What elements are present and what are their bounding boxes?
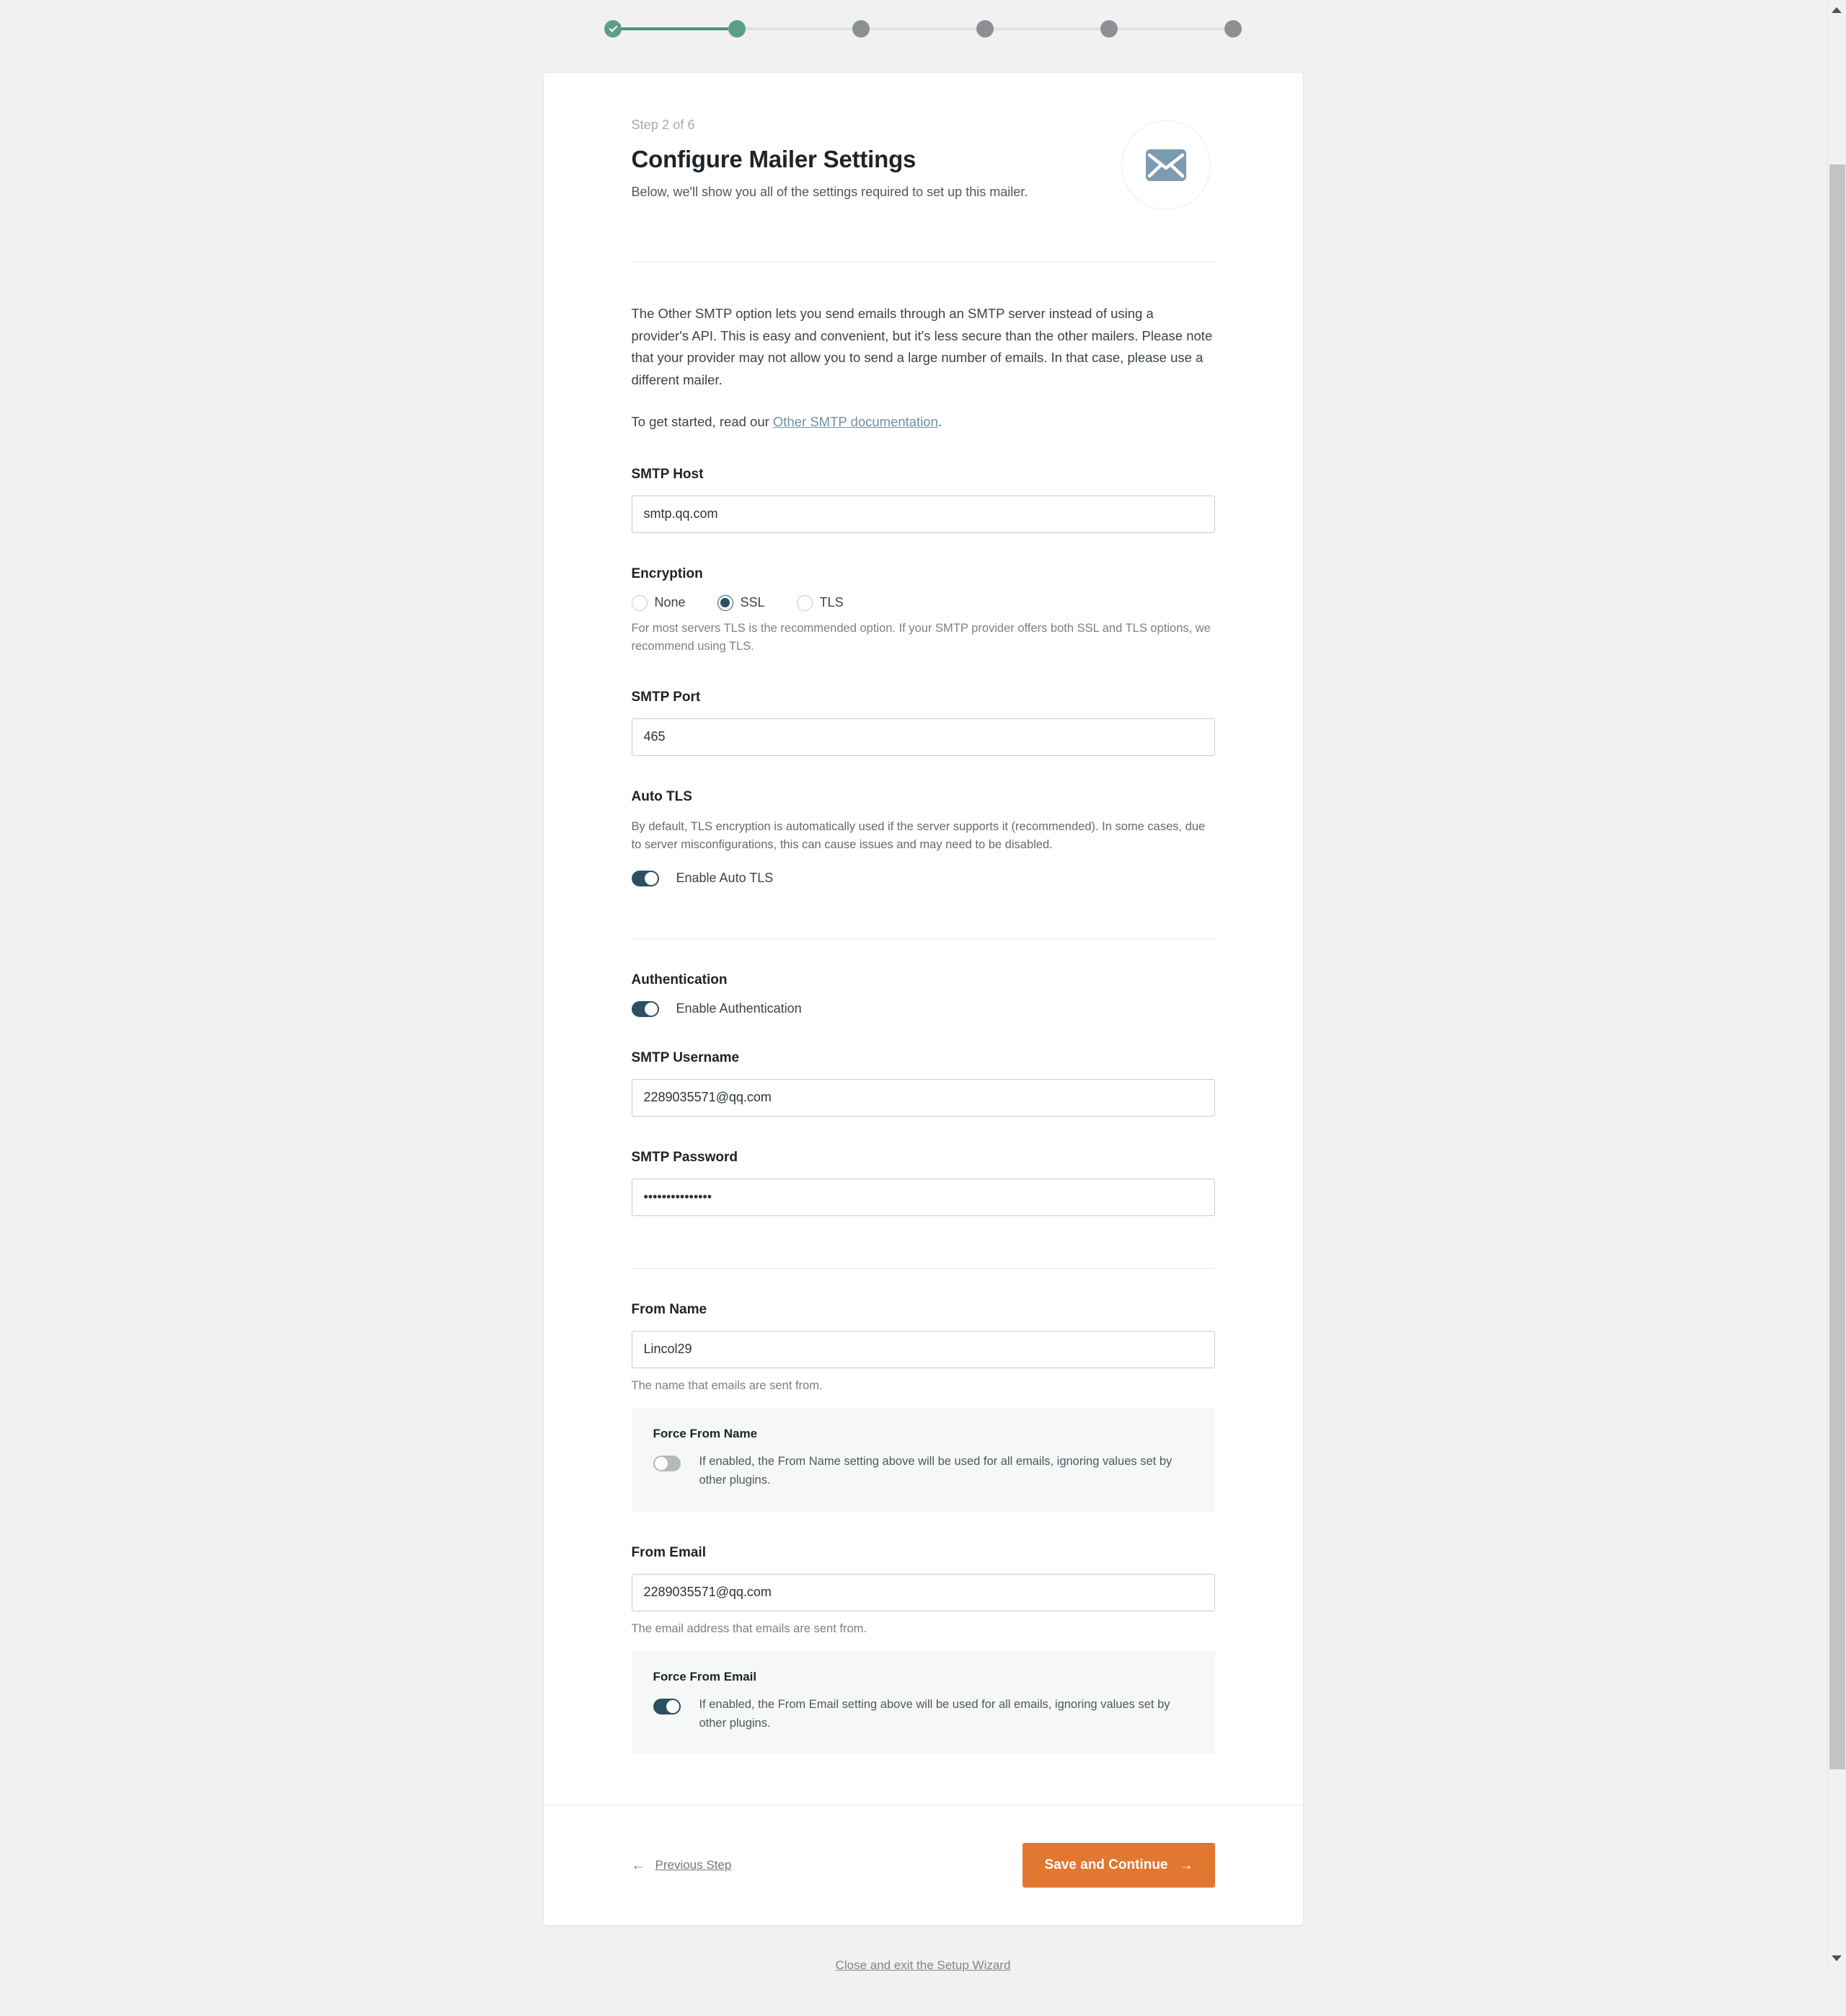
caret-up-icon[interactable] — [1832, 7, 1842, 13]
step-connector-1 — [622, 27, 728, 30]
force-from-name-toggle[interactable] — [653, 1456, 681, 1472]
card-header: Step 2 of 6 Configure Mailer Settings Be… — [632, 118, 1215, 210]
previous-step-link[interactable]: ← Previous Step — [632, 1858, 732, 1872]
caret-down-icon[interactable] — [1832, 1955, 1842, 1961]
smtp-host-field: SMTP Host — [631, 466, 1215, 533]
encryption-radio-group: None SSL TLS — [631, 594, 1215, 611]
authentication-toggle-label: Enable Authentication — [676, 1001, 802, 1016]
step-indicator-3[interactable] — [852, 20, 870, 38]
envelope-icon — [1145, 149, 1186, 181]
step-indicator-6[interactable] — [1224, 20, 1242, 38]
intro-block: The Other SMTP option lets you send emai… — [632, 263, 1215, 433]
radio-icon-tls — [796, 594, 813, 611]
smtp-host-label: SMTP Host — [631, 466, 704, 482]
encryption-field: Encryption None SSL TLS For most servers… — [631, 565, 1215, 656]
step-connector-5 — [1118, 27, 1224, 30]
force-from-email-box: Force From Email If enabled, the From Em… — [631, 1651, 1215, 1755]
arrow-left-icon: ← — [631, 1857, 645, 1873]
documentation-prefix: To get started, read our — [631, 414, 773, 430]
force-from-email-row: If enabled, the From Email setting above… — [653, 1696, 1193, 1733]
setup-wizard-card: Step 2 of 6 Configure Mailer Settings Be… — [542, 72, 1304, 1927]
step-connector-4 — [994, 27, 1100, 30]
step-counter: Step 2 of 6 — [631, 118, 695, 132]
authentication-field: Authentication Enable Authentication — [631, 972, 1215, 1017]
auto-tls-toggle-row: Enable Auto TLS — [631, 870, 1215, 886]
documentation-line: To get started, read our Other SMTP docu… — [632, 411, 1215, 433]
auto-tls-field: Auto TLS By default, TLS encryption is a… — [631, 788, 1215, 886]
documentation-suffix: . — [937, 414, 942, 430]
from-email-label: From Email — [631, 1544, 706, 1560]
encryption-option-ssl-label: SSL — [740, 595, 765, 610]
authentication-toggle-row: Enable Authentication — [631, 1000, 1215, 1017]
auto-tls-description: By default, TLS encryption is automatica… — [631, 819, 1206, 852]
card-body: Step 2 of 6 Configure Mailer Settings Be… — [544, 73, 1303, 1755]
smtp-username-label: SMTP Username — [631, 1049, 740, 1065]
from-email-field: From Email The email address that emails… — [631, 1544, 1215, 1755]
radio-icon-none — [631, 594, 648, 611]
wizard-progress-stepper — [0, 0, 1846, 45]
smtp-host-input[interactable] — [631, 495, 1215, 533]
force-from-email-description: If enabled, the From Email setting above… — [699, 1698, 1170, 1730]
intro-paragraph: The Other SMTP option lets you send emai… — [631, 306, 1213, 387]
step-connector-3 — [870, 27, 976, 30]
encryption-label: Encryption — [631, 565, 703, 581]
authentication-label: Authentication — [631, 972, 728, 987]
smtp-password-input[interactable] — [631, 1178, 1215, 1216]
from-name-field: From Name The name that emails are sent … — [631, 1301, 1215, 1512]
card-footer: ← Previous Step Save and Continue → — [543, 1805, 1303, 1925]
step-indicator-4[interactable] — [976, 20, 994, 38]
page-scrollbar[interactable] — [1827, 0, 1846, 1968]
encryption-option-none[interactable]: None — [631, 594, 686, 611]
step-indicator-5[interactable] — [1100, 20, 1118, 38]
smtp-password-field: SMTP Password — [631, 1149, 1215, 1216]
smtp-username-input[interactable] — [631, 1078, 1215, 1117]
scrollbar-thumb[interactable] — [1829, 164, 1845, 1769]
smtp-port-input[interactable] — [631, 718, 1215, 756]
other-smtp-documentation-link[interactable]: Other SMTP documentation — [773, 414, 938, 429]
exit-wizard-area: Close and exit the Setup Wizard — [0, 1958, 1846, 2016]
from-email-help-text: The email address that emails are sent f… — [631, 1621, 867, 1635]
step-connector-2 — [746, 27, 852, 30]
encryption-help-text: For most servers TLS is the recommended … — [631, 621, 1211, 653]
encryption-option-tls-label: TLS — [819, 595, 844, 610]
page-subtitle: Below, we'll show you all of the setting… — [631, 185, 1028, 199]
force-from-name-row: If enabled, the From Name setting above … — [653, 1453, 1193, 1489]
encryption-option-none-label: None — [654, 595, 686, 610]
close-and-exit-link[interactable]: Close and exit the Setup Wizard — [836, 1958, 1011, 1972]
from-name-input[interactable] — [631, 1330, 1215, 1368]
force-from-email-toggle[interactable] — [653, 1699, 681, 1715]
authentication-toggle[interactable] — [631, 1000, 659, 1017]
arrow-right-icon: → — [1179, 1857, 1193, 1873]
auto-tls-label: Auto TLS — [631, 788, 692, 804]
force-from-name-box: Force From Name If enabled, the From Nam… — [631, 1408, 1215, 1512]
force-from-email-title: Force From Email — [653, 1670, 757, 1684]
auto-tls-toggle[interactable] — [631, 870, 659, 886]
from-name-label: From Name — [631, 1301, 707, 1317]
from-email-input[interactable] — [631, 1573, 1215, 1611]
force-from-name-description: If enabled, the From Name setting above … — [699, 1455, 1172, 1487]
smtp-username-field: SMTP Username — [631, 1049, 1215, 1117]
encryption-option-tls[interactable]: TLS — [796, 594, 844, 611]
step-indicator-2[interactable] — [728, 20, 746, 38]
page-title: Configure Mailer Settings — [631, 146, 917, 172]
save-and-continue-button[interactable]: Save and Continue → — [1023, 1843, 1215, 1888]
radio-icon-ssl — [717, 594, 733, 611]
mailer-badge — [1121, 120, 1211, 210]
from-name-help-text: The name that emails are sent from. — [631, 1378, 823, 1392]
smtp-password-label: SMTP Password — [631, 1149, 738, 1165]
smtp-port-label: SMTP Port — [631, 689, 701, 705]
step-indicator-1[interactable] — [604, 20, 622, 38]
check-icon — [608, 23, 618, 32]
header-text-group: Step 2 of 6 Configure Mailer Settings Be… — [632, 118, 1028, 200]
credentials-divider — [631, 1267, 1215, 1269]
save-and-continue-label: Save and Continue — [1044, 1857, 1168, 1873]
encryption-option-ssl[interactable]: SSL — [717, 594, 765, 611]
auto-tls-divider — [631, 938, 1215, 939]
force-from-name-title: Force From Name — [653, 1427, 758, 1441]
smtp-port-field: SMTP Port — [631, 689, 1215, 756]
previous-step-label: Previous Step — [655, 1858, 732, 1872]
auto-tls-toggle-label: Enable Auto TLS — [676, 871, 774, 886]
